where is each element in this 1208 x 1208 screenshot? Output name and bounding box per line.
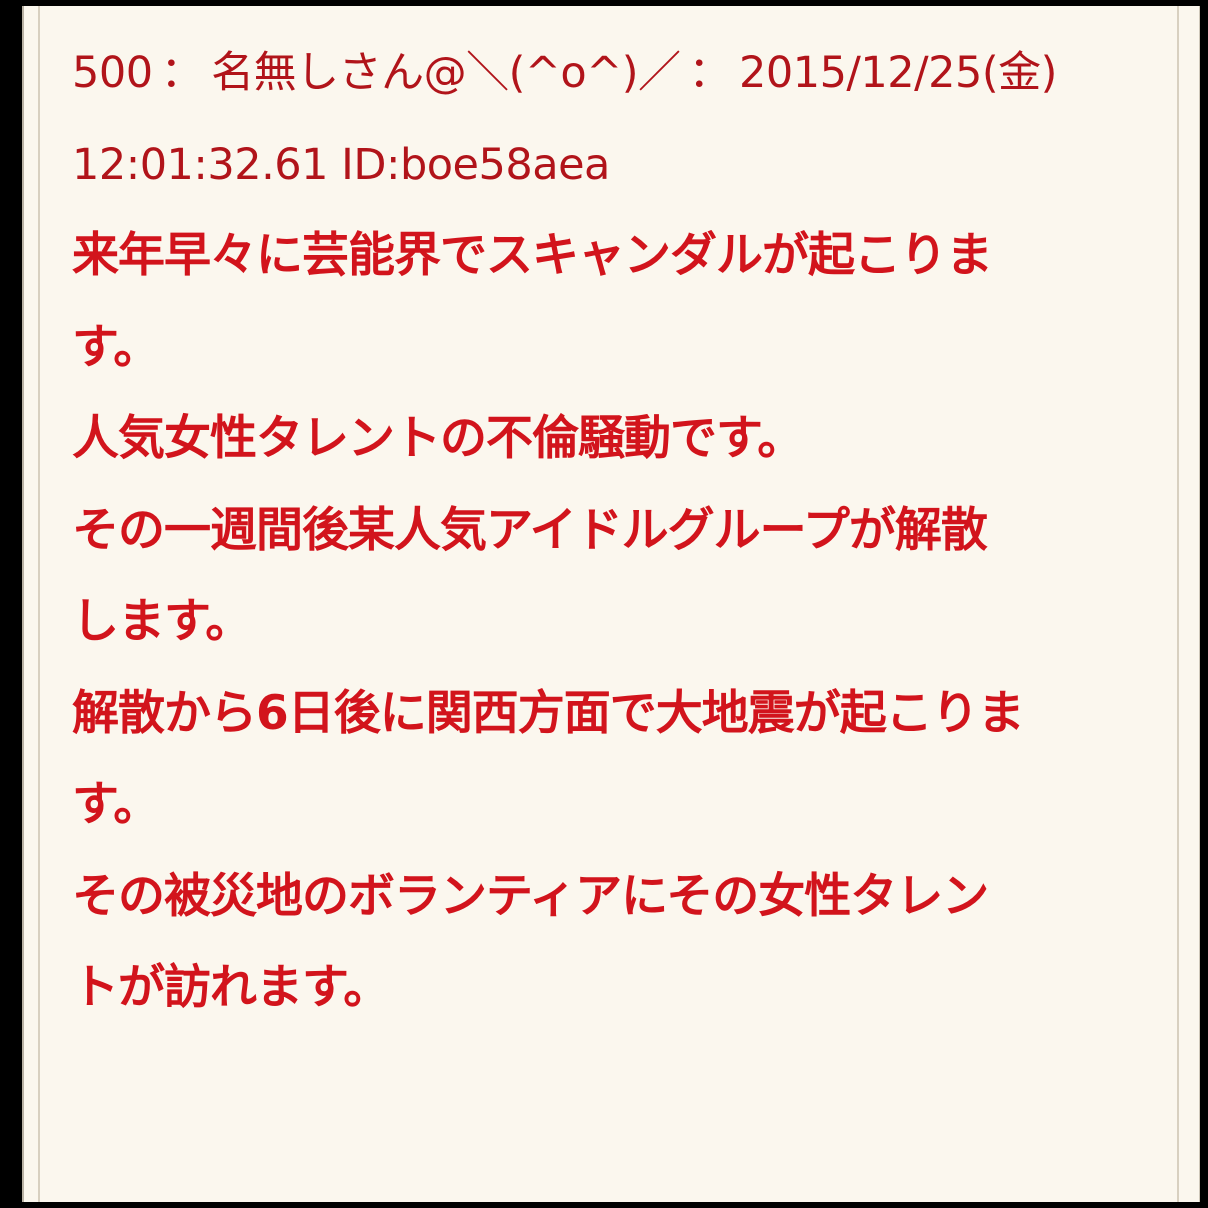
post-body-line: 人気女性タレントの不倫騒動です。 — [72, 411, 804, 466]
post-body-line: その被災地のボランティアにその女性タレン — [72, 868, 989, 924]
panel-border-left — [38, 6, 40, 1202]
post-date: 2015/12/25(金) — [739, 48, 1057, 98]
poster-name: 名無しさん@＼(^o^)／ — [211, 48, 681, 98]
forum-post: 500：名無しさん@＼(^o^)／： 2015/12/25(金) 12:01:32… — [72, 52, 1152, 1034]
post-header-line-1: 500：名無しさん@＼(^o^)／： 2015/12/25(金) — [72, 52, 1152, 100]
post-body-line: 来年早々に芸能界でスキャンダルが起こりま — [72, 228, 993, 283]
post-body: 来年早々に芸能界でスキャンダルが起こりま す。 人気女性タレントの不倫騒動です。… — [72, 210, 1152, 1034]
post-number[interactable]: 500 — [72, 48, 153, 98]
post-time-and-id[interactable]: 12:01:32.61 ID:boe58aea — [72, 140, 610, 190]
screenshot-frame: 500：名無しさん@＼(^o^)／： 2015/12/25(金) 12:01:32… — [0, 0, 1208, 1208]
header-separator: ： — [688, 48, 732, 98]
post-body-line: 解散から6日後に関西方面で大地震が起こりま — [72, 685, 1025, 741]
post-header-line-2: 12:01:32.61 ID:boe58aea — [72, 144, 1152, 192]
panel-border-right — [1177, 6, 1179, 1202]
header-separator: ： — [160, 48, 204, 98]
post-body-line: します。 — [72, 594, 252, 649]
post-header: 500：名無しさん@＼(^o^)／： 2015/12/25(金) 12:01:32… — [72, 52, 1152, 192]
post-body-line: トが訪れます。 — [72, 960, 390, 1015]
post-body-line: す。 — [72, 319, 160, 375]
post-panel: 500：名無しさん@＼(^o^)／： 2015/12/25(金) 12:01:32… — [22, 6, 1200, 1202]
post-body-line: その一週間後某人気アイドルグループが解散 — [72, 502, 988, 558]
post-body-line: す。 — [72, 777, 160, 832]
